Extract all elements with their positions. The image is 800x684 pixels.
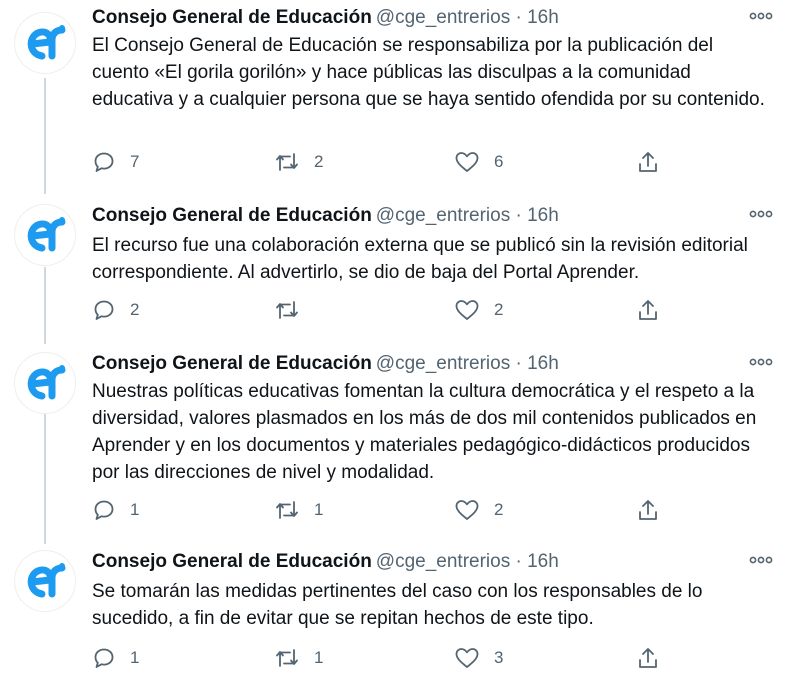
reply-button[interactable]: 2 xyxy=(92,295,139,325)
like-count: 2 xyxy=(494,500,504,519)
reply-icon xyxy=(94,648,114,668)
share-icon xyxy=(639,300,657,320)
like-button[interactable]: 6 xyxy=(454,147,503,177)
tweet-text: Se tomarán las medidas pertinentes del c… xyxy=(92,581,703,629)
share-button[interactable] xyxy=(636,495,660,525)
more-icon xyxy=(749,556,773,564)
er-logo-icon xyxy=(27,365,66,400)
author-name[interactable]: Consejo General de Educación xyxy=(92,7,372,28)
tweet-actions: 2 2 xyxy=(92,295,672,325)
reply-button[interactable]: 7 xyxy=(92,147,139,177)
tweet-actions: 1 1 2 xyxy=(92,495,672,525)
like-button[interactable]: 2 xyxy=(454,495,503,525)
retweet-icon xyxy=(276,301,298,319)
retweet-count: 1 xyxy=(314,500,324,519)
tweet-actions: 7 2 6 xyxy=(92,147,672,177)
more-button[interactable] xyxy=(746,204,776,224)
er-logo-icon xyxy=(27,563,66,598)
author-name[interactable]: Consejo General de Educación xyxy=(92,353,372,374)
more-button[interactable] xyxy=(746,550,776,570)
tweet[interactable]: Consejo General de Educación @cge_entreri… xyxy=(0,350,800,548)
author-handle-time[interactable]: @cge_entrerios · 16h xyxy=(376,7,559,28)
tweet-header: Consejo General de Educación @cge_entreri… xyxy=(92,204,559,228)
author-handle-time[interactable]: @cge_entrerios · 16h xyxy=(376,205,559,226)
tweet[interactable]: Consejo General de Educación @cge_entreri… xyxy=(0,0,800,200)
tweet-text: Nuestras políticas educativas fomentan l… xyxy=(92,381,757,483)
tweet[interactable]: Consejo General de Educación @cge_entreri… xyxy=(0,548,800,684)
more-button[interactable] xyxy=(746,6,776,26)
reply-count: 7 xyxy=(130,152,140,171)
share-button[interactable] xyxy=(636,147,660,177)
retweet-button[interactable]: 1 xyxy=(274,643,323,673)
retweet-button[interactable] xyxy=(274,295,314,325)
tweet-header: Consejo General de Educación @cge_entreri… xyxy=(92,550,559,574)
heart-icon xyxy=(455,500,479,520)
reply-count: 1 xyxy=(130,500,140,519)
tweet-actions: 1 1 3 xyxy=(92,643,672,673)
author-name[interactable]: Consejo General de Educación xyxy=(92,551,372,572)
heart-icon xyxy=(455,152,479,172)
tweet-header: Consejo General de Educación @cge_entreri… xyxy=(92,352,559,376)
avatar[interactable] xyxy=(14,204,76,266)
er-logo-icon xyxy=(27,217,66,252)
retweet-icon xyxy=(276,153,298,171)
retweet-count: 1 xyxy=(314,648,324,667)
reply-button[interactable]: 1 xyxy=(92,495,139,525)
like-button[interactable]: 3 xyxy=(454,643,503,673)
tweet-header: Consejo General de Educación @cge_entreri… xyxy=(92,6,559,30)
more-icon xyxy=(749,358,773,366)
reply-icon xyxy=(94,500,114,520)
more-button[interactable] xyxy=(746,352,776,372)
er-logo-icon xyxy=(27,25,66,60)
avatar[interactable] xyxy=(14,550,76,612)
heart-icon xyxy=(455,300,479,320)
retweet-icon xyxy=(276,501,298,519)
share-button[interactable] xyxy=(636,643,660,673)
like-count: 6 xyxy=(494,152,504,171)
reply-icon xyxy=(94,300,114,320)
tweet-text: El recurso fue una colaboración externa … xyxy=(92,235,748,283)
retweet-count: 2 xyxy=(314,152,324,171)
tweet[interactable]: Consejo General de Educación @cge_entreri… xyxy=(0,200,800,350)
share-button[interactable] xyxy=(636,295,660,325)
share-icon xyxy=(639,152,657,172)
like-count: 2 xyxy=(494,300,504,319)
share-icon xyxy=(639,648,657,668)
avatar[interactable] xyxy=(14,12,76,74)
avatar[interactable] xyxy=(14,352,76,414)
like-button[interactable]: 2 xyxy=(454,295,503,325)
like-count: 3 xyxy=(494,648,504,667)
share-icon xyxy=(639,500,657,520)
author-handle-time[interactable]: @cge_entrerios · 16h xyxy=(376,551,559,572)
tweet-thread: Consejo General de Educación @cge_entreri… xyxy=(0,0,800,684)
tweet-text: El Consejo General de Educación se respo… xyxy=(92,35,765,110)
reply-icon xyxy=(94,152,114,172)
retweet-icon xyxy=(276,649,298,667)
reply-count: 2 xyxy=(130,300,140,319)
retweet-button[interactable]: 1 xyxy=(274,495,323,525)
more-icon xyxy=(749,210,773,218)
author-name[interactable]: Consejo General de Educación xyxy=(92,205,372,226)
heart-icon xyxy=(455,648,479,668)
author-handle-time[interactable]: @cge_entrerios · 16h xyxy=(376,353,559,374)
more-icon xyxy=(749,12,773,20)
retweet-button[interactable]: 2 xyxy=(274,147,323,177)
reply-count: 1 xyxy=(130,648,140,667)
reply-button[interactable]: 1 xyxy=(92,643,139,673)
